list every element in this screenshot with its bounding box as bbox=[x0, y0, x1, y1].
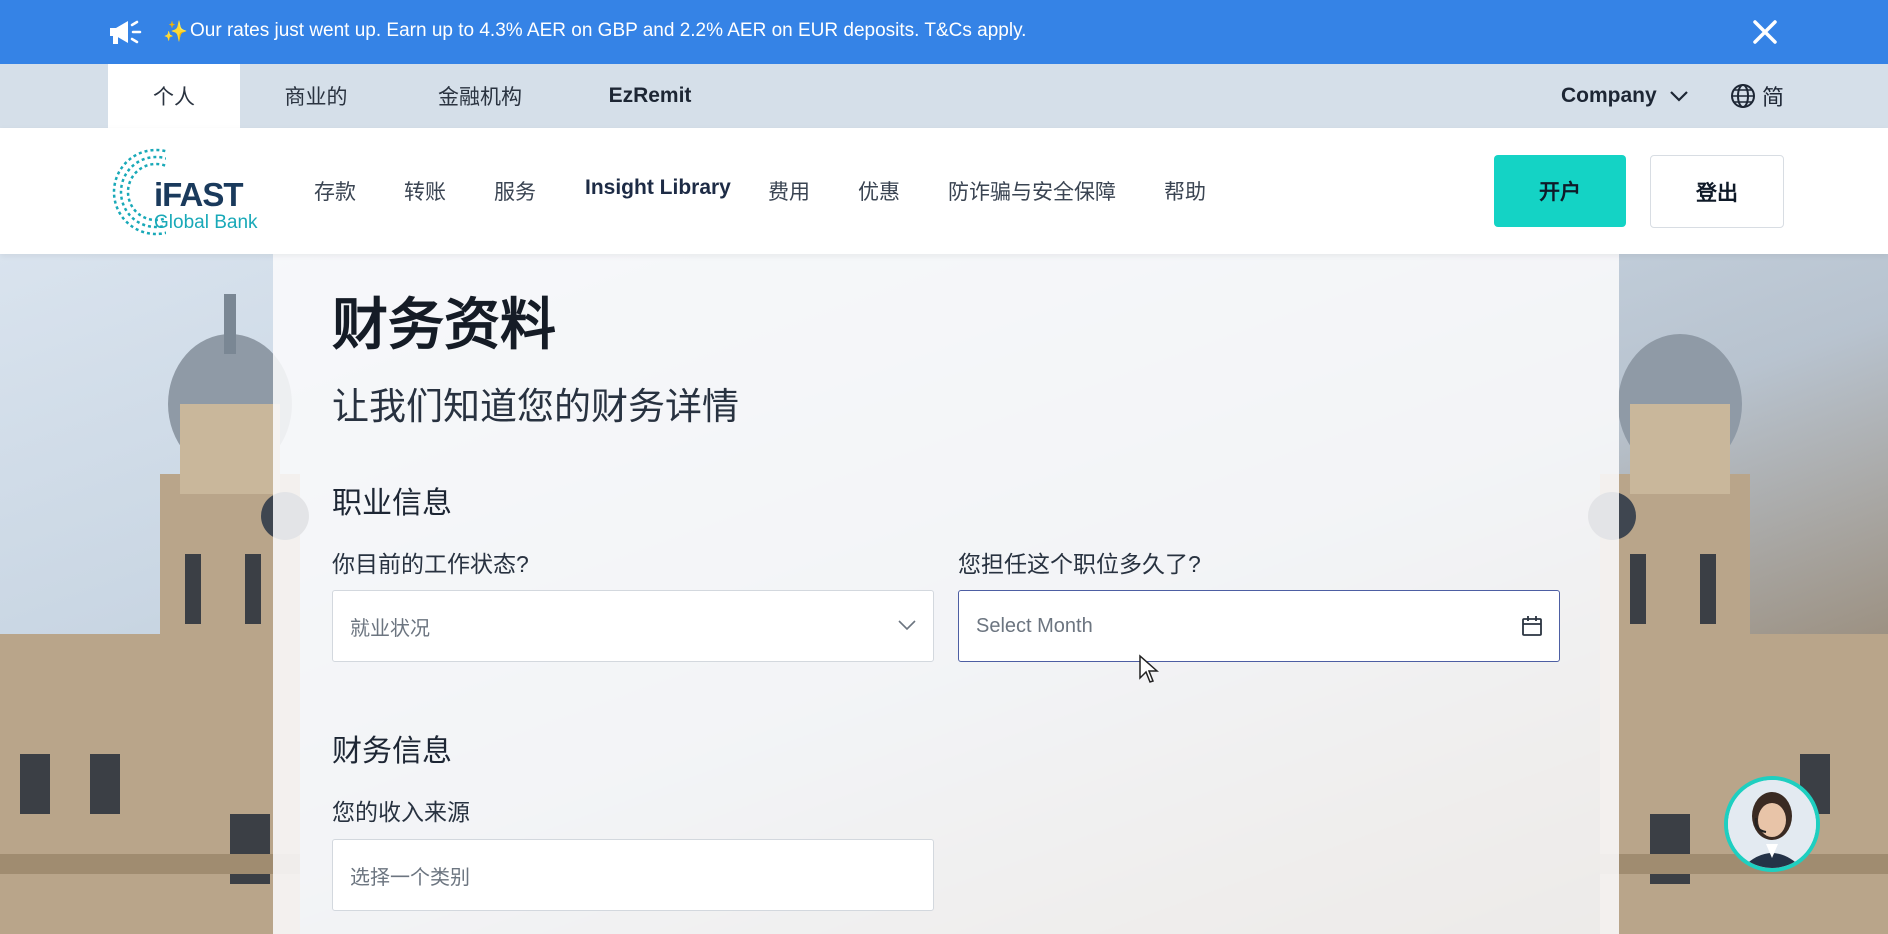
income-source-label: 您的收入来源 bbox=[332, 799, 470, 825]
nav-fees[interactable]: 费用 bbox=[768, 176, 810, 206]
page-title: 财务资料 bbox=[332, 293, 556, 356]
employment-status-label: 你目前的工作状态? bbox=[332, 551, 529, 577]
language-label: 简 bbox=[1762, 85, 1785, 110]
live-chat-avatar-button[interactable] bbox=[1724, 776, 1820, 872]
financial-section-heading: 财务信息 bbox=[332, 735, 452, 768]
close-icon[interactable] bbox=[1751, 18, 1779, 46]
position-duration-date-field[interactable]: Select Month bbox=[958, 590, 1560, 662]
segment-bar: 个人 商业的 金融机构 EzRemit Company 简 bbox=[0, 64, 1888, 128]
nav-insight-library[interactable]: Insight Library bbox=[585, 176, 731, 200]
employment-status-select[interactable]: 就业状况 bbox=[332, 590, 934, 662]
mouse-cursor-icon bbox=[1139, 654, 1159, 683]
income-source-select[interactable]: 选择一个类别 bbox=[332, 839, 934, 911]
segment-tab-ezremit[interactable]: EzRemit bbox=[600, 64, 700, 128]
logout-button[interactable]: 登出 bbox=[1650, 155, 1784, 228]
chevron-down-icon bbox=[898, 620, 916, 631]
support-agent-icon bbox=[1728, 780, 1816, 868]
nav-offers[interactable]: 优惠 bbox=[858, 176, 900, 206]
sparkle-icon: ✨ bbox=[163, 21, 188, 43]
segment-tab-financial-institutions[interactable]: 金融机构 bbox=[428, 64, 532, 128]
position-duration-placeholder: Select Month bbox=[976, 614, 1093, 637]
segment-tab-personal[interactable]: 个人 bbox=[108, 64, 240, 128]
nav-fraud-security[interactable]: 防诈骗与安全保障 bbox=[948, 176, 1116, 206]
logo-subtitle: Global Bank bbox=[154, 212, 258, 233]
page-subtitle: 让我们知道您的财务详情 bbox=[332, 386, 739, 427]
main-header: iFAST Global Bank 存款 转账 服务 Insight Libra… bbox=[0, 128, 1888, 254]
company-menu-label: Company bbox=[1561, 84, 1657, 107]
open-account-button[interactable]: 开户 bbox=[1494, 155, 1626, 227]
employment-status-placeholder: 就业状况 bbox=[350, 617, 430, 640]
company-menu[interactable]: Company bbox=[1561, 64, 1689, 128]
nav-help[interactable]: 帮助 bbox=[1164, 176, 1206, 206]
nav-deposits[interactable]: 存款 bbox=[314, 176, 356, 206]
language-switcher[interactable]: 简 bbox=[1730, 64, 1784, 128]
position-duration-label: 您担任这个职位多久了? bbox=[958, 551, 1201, 577]
nav-services[interactable]: 服务 bbox=[494, 176, 536, 206]
nav-transfer[interactable]: 转账 bbox=[404, 176, 446, 206]
calendar-icon[interactable] bbox=[1521, 615, 1543, 637]
segment-tab-business[interactable]: 商业的 bbox=[262, 64, 370, 128]
megaphone-icon bbox=[110, 20, 142, 44]
logo-brand: iFAST bbox=[154, 176, 244, 213]
announcement-bar: ✨ Our rates just went up. Earn up to 4.3… bbox=[0, 0, 1888, 64]
globe-icon bbox=[1731, 84, 1755, 108]
income-source-placeholder: 选择一个类别 bbox=[350, 866, 470, 889]
ifast-logo[interactable]: iFAST Global Bank bbox=[106, 148, 276, 238]
employment-section-heading: 职业信息 bbox=[332, 487, 452, 520]
announcement-text: Our rates just went up. Earn up to 4.3% … bbox=[190, 20, 1027, 41]
chevron-down-icon bbox=[1669, 91, 1688, 102]
